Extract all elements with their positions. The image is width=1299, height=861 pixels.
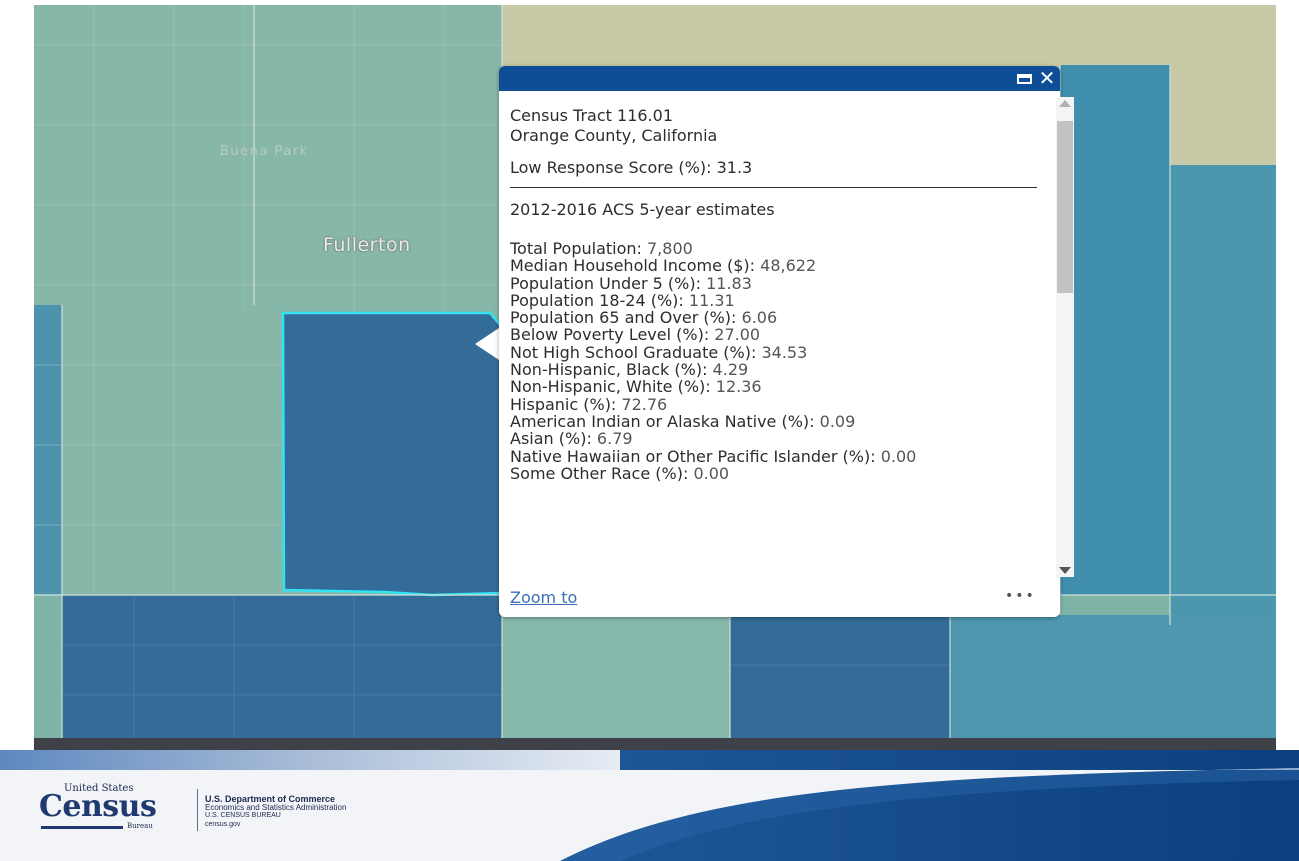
popup-pointer [475, 328, 499, 360]
more-options-button[interactable]: ••• [1005, 588, 1045, 606]
stat-value: 48,622 [760, 256, 817, 276]
tract-east-blue [1060, 65, 1170, 595]
stat-label: Non-Hispanic, White (%): [510, 377, 716, 397]
logo-rule [41, 826, 123, 829]
stat-label: Population Under 5 (%): [510, 273, 707, 293]
stat-value: 0.00 [693, 463, 730, 483]
tract-info-popup: ✕ Census Tract 116.01 Orange County, Cal… [499, 66, 1060, 617]
maximize-icon [1017, 74, 1032, 84]
stat-label: Non-Hispanic, Black (%): [510, 360, 713, 380]
map-label-city: Fullerton [323, 234, 411, 256]
stat-value: 11.83 [706, 273, 752, 293]
selected-tract[interactable] [281, 311, 504, 597]
logo-wordmark: Census [39, 789, 157, 824]
stat-row: Not High School Graduate (%): 34.53 [510, 344, 1046, 361]
stat-row: Non-Hispanic, Black (%): 4.29 [510, 361, 1046, 378]
stat-value: 12.36 [715, 377, 762, 397]
stat-label: Median Household Income ($): [510, 256, 761, 276]
stat-value: 4.29 [712, 360, 749, 380]
dept-line-2: Economics and Statistics Administration [205, 802, 347, 812]
scroll-down-arrow-icon[interactable] [1059, 567, 1071, 574]
logo-separator [197, 789, 198, 831]
tract-south-light [502, 615, 730, 738]
stat-row: Population 65 and Over (%): 6.06 [510, 309, 1046, 326]
tract-south-west-dark [62, 595, 502, 738]
tract-north-tan [502, 5, 844, 71]
map-attribution-bar [34, 738, 1276, 750]
stat-row: Some Other Race (%): 0.00 [510, 465, 1046, 482]
stat-row: Total Population: 7,800 [510, 240, 1046, 257]
stat-label: Population 65 and Over (%): [510, 308, 742, 328]
popup-header: ✕ [499, 66, 1060, 91]
stat-row: Hispanic (%): 72.76 [510, 396, 1046, 413]
stat-label: Population 18-24 (%): [510, 290, 689, 310]
footer-strip [0, 750, 620, 770]
stat-row: Population 18-24 (%): 11.31 [510, 292, 1046, 309]
stat-value: 0.09 [819, 411, 856, 431]
map-label-faded-place: Buena Park [220, 144, 309, 159]
stat-label: Some Other Race (%): [510, 463, 694, 483]
stat-value: 27.00 [714, 325, 761, 345]
stat-label: Asian (%): [510, 429, 597, 449]
department-text: U.S. Department of Commerce Economics an… [205, 795, 505, 829]
slide: Buena Park Fullerton ✕ Census Tract 116.… [0, 0, 1299, 861]
stat-label: Total Population: [510, 239, 647, 258]
stat-value: 0.00 [880, 446, 917, 466]
stat-value: 34.53 [761, 342, 808, 362]
stat-label: Hispanic (%): [510, 394, 622, 414]
tract-north-tan-2 [844, 5, 1184, 71]
stat-row: Non-Hispanic, White (%): 12.36 [510, 378, 1046, 395]
scrollbar-thumb[interactable] [1057, 121, 1073, 293]
zoom-to-link[interactable]: Zoom to [510, 588, 577, 607]
dept-line-3: U.S. CENSUS BUREAU [205, 812, 281, 819]
dept-line-4: census.gov [205, 820, 241, 828]
stats-list: Total Population: 7,800 Median Household… [510, 240, 1046, 482]
stat-value: 11.31 [688, 290, 735, 310]
tract-south-dark [730, 615, 950, 738]
stat-row: Asian (%): 6.79 [510, 430, 1046, 447]
stat-label: American Indian or Alaska Native (%): [510, 411, 820, 431]
stat-value: 7,800 [647, 239, 693, 258]
stat-row: Median Household Income ($): 48,622 [510, 257, 1046, 274]
stat-row: Native Hawaiian or Other Pacific Islande… [510, 446, 1046, 466]
county-name: Orange County, California [510, 126, 718, 145]
stat-label: Not High School Graduate (%): [510, 342, 762, 362]
stat-row: Population Under 5 (%): 11.83 [510, 273, 1046, 293]
popup-body: Census Tract 116.01 Orange County, Calif… [510, 106, 1046, 586]
tract-far-east [1170, 165, 1276, 625]
tract-west-edge [34, 305, 62, 595]
stat-label: Below Poverty Level (%): [510, 325, 715, 345]
census-bureau-logo: United States Census Bureau [39, 783, 199, 835]
close-button[interactable]: ✕ [1036, 66, 1058, 91]
low-response-score: Low Response Score (%): 31.3 [510, 158, 753, 177]
acs-estimates-heading: 2012-2016 ACS 5-year estimates [510, 200, 775, 219]
stat-row: American Indian or Alaska Native (%): 0.… [510, 413, 1046, 430]
maximize-button[interactable] [1014, 69, 1036, 89]
tract-northeast-tan [1164, 5, 1276, 165]
stat-label: Native Hawaiian or Other Pacific Islande… [510, 446, 881, 466]
stat-value: 72.76 [621, 394, 668, 414]
tract-south-east [950, 615, 1276, 738]
stat-value: 6.79 [596, 429, 633, 449]
tract-southwest-edge [34, 595, 62, 738]
stat-value: 6.06 [741, 308, 778, 328]
scroll-up-arrow-icon[interactable] [1059, 100, 1071, 107]
popup-divider [510, 187, 1037, 188]
logo-bureau-text: Bureau [127, 822, 153, 830]
tract-name: Census Tract 116.01 [510, 106, 673, 125]
stat-row: Below Poverty Level (%): 27.00 [510, 326, 1046, 343]
